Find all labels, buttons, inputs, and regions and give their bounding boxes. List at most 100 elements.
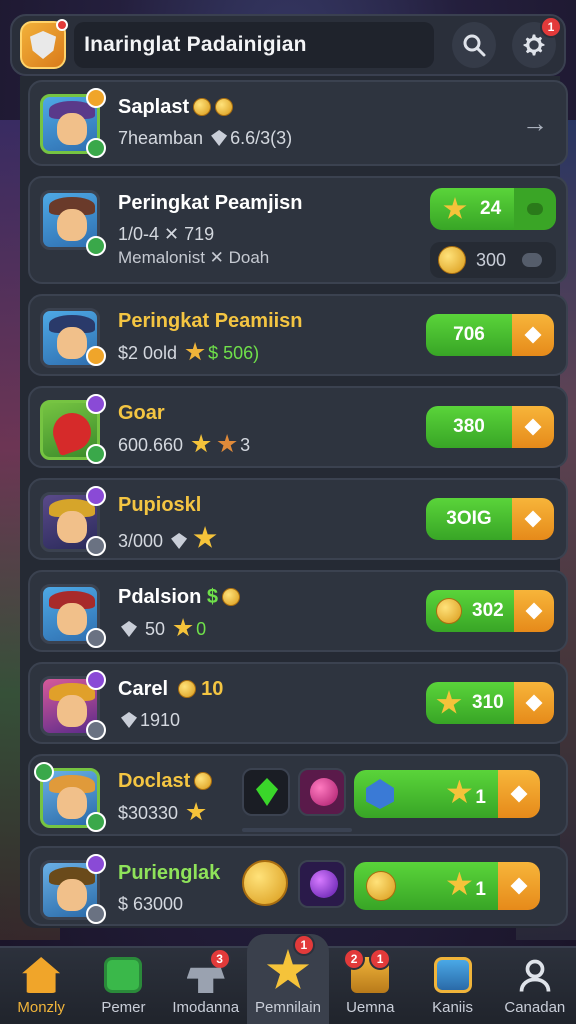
coin-icon xyxy=(177,680,196,698)
shield-icon xyxy=(30,31,57,59)
star-icon xyxy=(191,434,211,453)
score-pill: 24 xyxy=(430,188,514,230)
list-item[interactable]: Doclast $30330 1 xyxy=(28,754,568,836)
home-icon xyxy=(22,957,61,993)
nav-label: Pemnilain xyxy=(255,999,321,1016)
list-item[interactable]: Peringkat Peamiisn $2 0old $ 506) 706 xyxy=(28,294,568,376)
gem-icon xyxy=(211,130,228,146)
nav-badge: 1 xyxy=(369,948,392,970)
coin-icon xyxy=(438,246,466,274)
nav-item-calendar[interactable]: Pemer xyxy=(82,948,164,1024)
profile-icon xyxy=(519,959,551,992)
gem-icon xyxy=(121,712,137,728)
online-badge xyxy=(86,904,106,924)
go-button xyxy=(512,498,554,540)
nav-badge: 3 xyxy=(208,948,231,970)
avatar-face xyxy=(57,787,87,819)
nav-item-forge[interactable]: 3 Imodanna xyxy=(165,948,247,1024)
online-badge xyxy=(86,628,106,648)
diamond-icon xyxy=(524,510,542,528)
player-name: Peringkat Peamiisn xyxy=(118,310,303,332)
nav-item-home[interactable]: Monzly xyxy=(0,948,82,1024)
score-button[interactable]: 1 xyxy=(354,770,540,818)
player-stats: 1910 xyxy=(118,710,180,731)
online-badge xyxy=(86,236,106,256)
nav-item-profile[interactable]: Canadan xyxy=(494,948,576,1024)
nav-badge-secondary: 2 xyxy=(343,948,366,970)
score-value: 1 xyxy=(354,770,498,818)
online-badge xyxy=(86,138,106,158)
nav-label: Monzly xyxy=(17,999,65,1016)
nav-item-chest[interactable]: 2 1 Uemna xyxy=(329,948,411,1024)
score-button[interactable]: 3OIG xyxy=(426,498,554,540)
arrow-right-icon[interactable]: → xyxy=(522,108,548,139)
coin-icon xyxy=(436,598,462,624)
player-stats: 7heamban 6.6/3(3) xyxy=(118,128,293,148)
go-button xyxy=(498,862,540,910)
player-name: Saplast xyxy=(118,96,234,119)
score-value: 380 xyxy=(426,406,512,448)
go-button xyxy=(513,590,554,632)
player-guild: Memalonist ✕ Doah xyxy=(118,248,270,267)
gold-coin-icon[interactable] xyxy=(242,860,288,906)
score-button[interactable]: 1 xyxy=(354,862,540,910)
emerald-item-icon[interactable] xyxy=(242,768,290,816)
star-icon xyxy=(193,526,217,548)
dollar-icon: $ xyxy=(206,586,219,608)
diamond-icon xyxy=(524,326,542,344)
player-name: Goar xyxy=(118,402,165,424)
go-button xyxy=(498,770,540,818)
avatar-face xyxy=(57,113,87,145)
diamond-icon xyxy=(525,694,543,712)
rank-badge xyxy=(34,762,54,782)
player-stats: $2 0old $ 506) xyxy=(118,342,260,363)
page-title: Inaringlat Padainigian xyxy=(74,22,435,68)
star-icon xyxy=(446,871,472,896)
nav-label: Canadan xyxy=(504,999,566,1016)
player-name: Purienglak xyxy=(118,862,221,884)
score-button[interactable]: 302 xyxy=(426,590,554,632)
online-badge xyxy=(86,536,106,556)
secondary-score-value: 300 xyxy=(476,249,507,270)
score-value: 302 xyxy=(426,590,514,632)
score-button[interactable]: 706 xyxy=(426,314,554,356)
rank-badge xyxy=(86,670,106,690)
score-value: 1 xyxy=(354,862,498,910)
settings-button[interactable]: 1 xyxy=(512,16,562,68)
nav-item-rankings[interactable]: 1 Pemnilain xyxy=(246,934,330,1024)
list-item[interactable]: Pupioskl 3/000 3OIG xyxy=(28,478,568,560)
diamond-icon xyxy=(510,785,528,803)
list-item[interactable]: Goar 600.660 3 380 xyxy=(28,386,568,468)
notification-dot xyxy=(56,19,69,31)
list-item[interactable]: Pdalsion $ 50 0 302 xyxy=(28,570,568,652)
player-name: Pupioskl xyxy=(118,494,202,516)
score-value: 706 xyxy=(426,314,512,356)
player-stats: $ 63000 xyxy=(118,894,184,914)
player-stats: 3/000 xyxy=(118,526,220,552)
rank-badge xyxy=(86,394,106,414)
crystal-item-icon[interactable] xyxy=(298,768,346,816)
go-button xyxy=(512,314,554,356)
score-toggle[interactable]: 24 xyxy=(430,188,556,230)
search-button[interactable] xyxy=(452,22,497,68)
orb-item-icon[interactable] xyxy=(298,860,346,908)
blue-gem-icon xyxy=(366,779,394,809)
app-logo-icon[interactable] xyxy=(20,19,69,69)
toggle-knob xyxy=(514,188,556,230)
star-icon xyxy=(173,618,193,637)
toggle-icon xyxy=(522,253,543,267)
score-value: 310 xyxy=(426,682,514,724)
bottom-nav: Monzly Pemer 3 Imodanna 1 Pemnilain 2 1 … xyxy=(0,934,576,1024)
score-button[interactable]: 310 xyxy=(426,682,554,724)
emerald-icon xyxy=(256,778,278,806)
list-item[interactable]: Purienglak $ 63000 1 xyxy=(28,846,568,926)
treasure-icon xyxy=(433,957,472,993)
player-stats: 600.660 3 xyxy=(118,434,251,455)
nav-item-treasure[interactable]: Kaniis xyxy=(411,948,493,1024)
player-name: Peringkat Peamjisn xyxy=(118,192,303,214)
list-item[interactable]: Peringkat Peamjisn 1/0-4 ✕ 719 Memalonis… xyxy=(28,176,568,284)
secondary-score[interactable]: 300 xyxy=(430,242,556,278)
list-item[interactable]: Carel 10 1910 310 xyxy=(28,662,568,744)
score-button[interactable]: 380 xyxy=(426,406,554,448)
list-item[interactable]: Saplast 7heamban 6.6/3(3) → xyxy=(28,80,568,166)
